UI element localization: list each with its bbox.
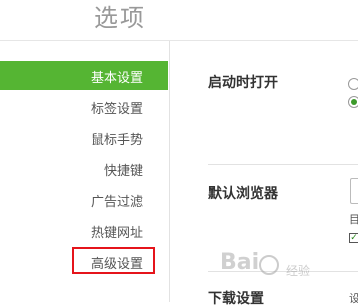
default-browser-label: 默认浏览器 [208, 186, 278, 202]
download-settings-label: 下载设置 [208, 291, 264, 307]
sidebar-item-label: 快捷键 [103, 164, 143, 179]
sidebar-item-ad-filter[interactable]: 广告过滤 [0, 185, 168, 214]
download-settings-text: 设 [349, 292, 358, 305]
startup-radio-option-2[interactable] [348, 96, 358, 108]
default-browser-text: 目 [349, 213, 358, 226]
startup-radio-option-1[interactable] [348, 78, 358, 90]
paw-icon [259, 255, 279, 275]
startup-label: 启动时打开 [208, 75, 278, 91]
default-browser-checkbox[interactable]: ✓ [349, 233, 358, 243]
sidebar-item-basic-settings[interactable]: 基本设置 [0, 61, 168, 90]
sidebar-item-label: 广告过滤 [90, 195, 143, 210]
watermark-text: Bai [220, 250, 260, 275]
watermark-subtext: 经验 [286, 264, 311, 278]
sidebar-item-label: 热键网址 [90, 226, 143, 241]
sidebar-item-label: 基本设置 [90, 71, 143, 86]
sidebar-separator [169, 41, 170, 302]
highlight-box [72, 247, 155, 274]
sidebar-item-label: 鼠标手势 [90, 133, 143, 148]
default-browser-button[interactable] [350, 178, 358, 204]
top-divider [0, 40, 358, 41]
section-divider [208, 164, 358, 165]
sidebar-item-shortcuts[interactable]: 快捷键 [0, 154, 168, 183]
sidebar-item-mouse-gestures[interactable]: 鼠标手势 [0, 123, 168, 152]
sidebar-item-label: 标签设置 [90, 102, 143, 117]
page-title: 选项 [94, 4, 146, 32]
sidebar-item-tab-settings[interactable]: 标签设置 [0, 92, 168, 121]
sidebar-item-hotkey-urls[interactable]: 热键网址 [0, 216, 168, 245]
